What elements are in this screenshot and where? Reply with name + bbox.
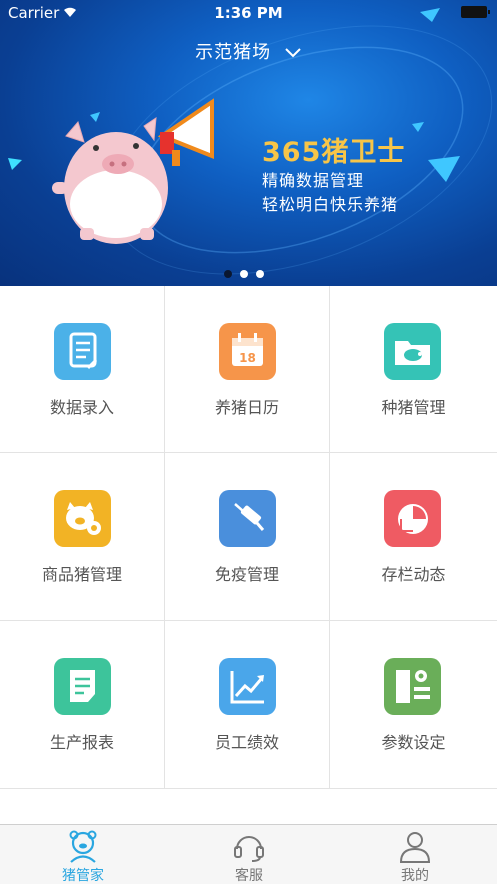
pig-manager-icon xyxy=(69,830,97,863)
calendar-icon: 18 xyxy=(219,323,276,380)
menu-parameter-settings[interactable]: 参数设定 xyxy=(330,621,497,789)
menu-commercial-pig[interactable]: 商品猪管理 xyxy=(0,453,165,621)
menu-pig-calendar[interactable]: 18 养猪日历 xyxy=(165,286,330,453)
page-dot[interactable] xyxy=(256,270,264,278)
tab-mine[interactable]: 我的 xyxy=(332,825,497,884)
menu-production-report[interactable]: 生产报表 xyxy=(0,621,165,789)
menu-label: 存栏动态 xyxy=(381,565,446,584)
document-icon xyxy=(54,323,111,380)
folder-pig-icon xyxy=(384,323,441,380)
svg-text:18: 18 xyxy=(239,351,256,365)
menu-label: 种猪管理 xyxy=(381,398,446,417)
tab-label: 猪管家 xyxy=(62,868,104,884)
battery-icon xyxy=(461,6,490,18)
tab-customer-service[interactable]: 客服 xyxy=(166,825,332,884)
menu-data-entry[interactable]: 数据录入 xyxy=(0,286,165,453)
tab-label: 我的 xyxy=(401,868,429,884)
tab-bar: 猪管家 客服 我的 xyxy=(0,824,497,884)
page-dot[interactable] xyxy=(240,270,248,278)
menu-label: 生产报表 xyxy=(49,733,114,752)
menu-label: 养猪日历 xyxy=(214,398,279,417)
tab-label: 客服 xyxy=(235,868,263,884)
menu-label: 商品猪管理 xyxy=(41,565,122,584)
farm-selector[interactable]: 示范猪场 xyxy=(0,38,497,64)
banner-subtitle-1: 精确数据管理 xyxy=(262,171,365,190)
chevron-down-icon xyxy=(285,48,301,58)
farm-name: 示范猪场 xyxy=(195,42,272,63)
pig-gear-icon xyxy=(54,490,111,547)
menu-label: 员工绩效 xyxy=(214,733,279,752)
menu-label: 免疫管理 xyxy=(214,565,279,584)
banner-subtitle-2: 轻松明白快乐养猪 xyxy=(262,195,399,214)
menu-breeding-pig[interactable]: 种猪管理 xyxy=(330,286,497,453)
headset-icon xyxy=(234,836,264,862)
menu-immunization[interactable]: 免疫管理 xyxy=(165,453,330,621)
page-dot[interactable] xyxy=(224,270,232,278)
menu-label: 数据录入 xyxy=(49,398,114,417)
status-bar: Carrier 1:36 PM xyxy=(0,0,497,26)
page-indicator[interactable] xyxy=(224,263,272,282)
menu-staff-performance[interactable]: 员工绩效 xyxy=(165,621,330,789)
banner-title: 365猪卫士 xyxy=(262,137,406,168)
user-icon xyxy=(399,832,431,863)
status-time: 1:36 PM xyxy=(214,4,283,22)
pie-chart-icon xyxy=(384,490,441,547)
menu-inventory[interactable]: 存栏动态 xyxy=(330,453,497,621)
syringe-icon xyxy=(219,490,276,547)
line-chart-icon xyxy=(219,658,276,715)
report-icon xyxy=(54,658,111,715)
menu-label: 参数设定 xyxy=(381,733,446,752)
pig-megaphone-illustration xyxy=(52,98,214,244)
settings-icon xyxy=(384,658,441,715)
tab-pig-manager[interactable]: 猪管家 xyxy=(0,825,166,884)
banner-carousel[interactable]: Carrier 1:36 PM 示范猪场 365猪卫士 精确数据管理 轻松明白快… xyxy=(0,0,497,286)
